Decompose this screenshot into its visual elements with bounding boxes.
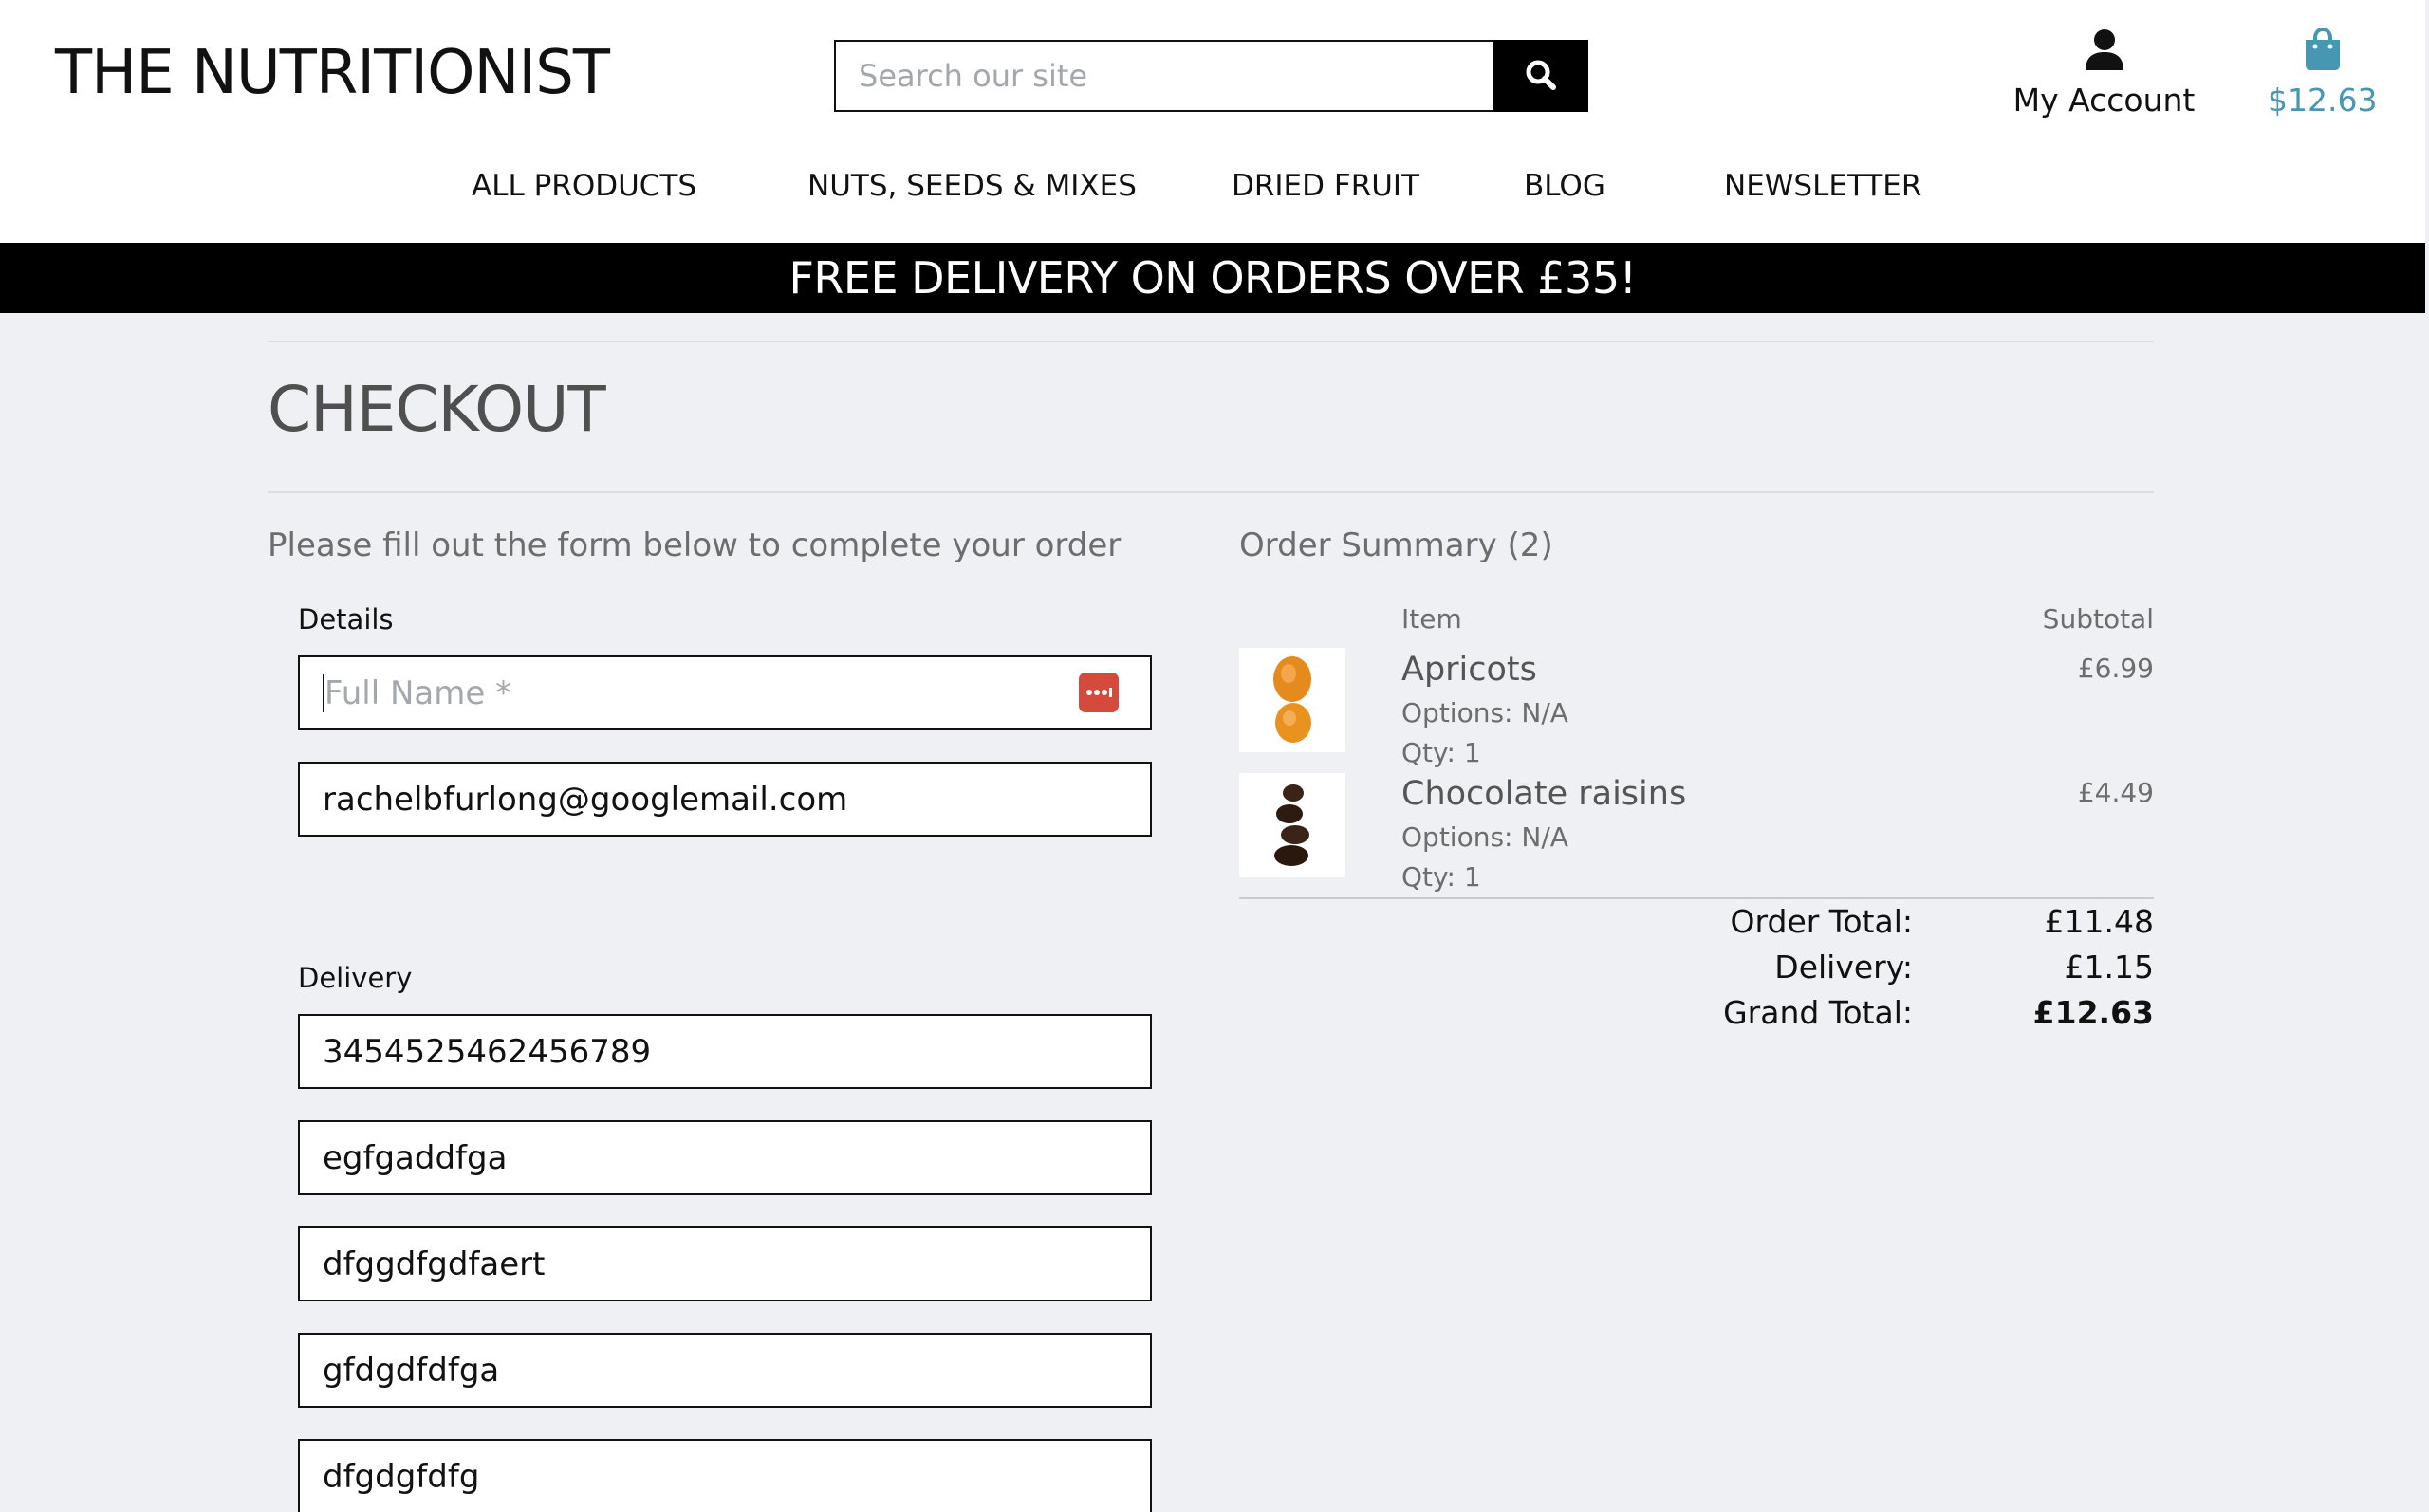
apricots-thumbnail[interactable] xyxy=(1239,648,1345,752)
item-price: £6.99 xyxy=(2077,653,2154,684)
nav-nuts-seeds-mixes[interactable]: NUTS, SEEDS & MIXES xyxy=(807,169,1137,203)
item-price: £4.49 xyxy=(2077,777,2154,808)
search-button[interactable] xyxy=(1493,40,1588,112)
item-options: Options: N/A xyxy=(1401,697,1568,728)
site-header: THE NUTRITIONIST My Account xyxy=(0,0,2425,243)
phone-number-field[interactable] xyxy=(298,1014,1152,1089)
full-name-field[interactable] xyxy=(298,655,1152,730)
summary-divider xyxy=(1239,897,2154,899)
shopping-bag-icon xyxy=(2303,27,2343,74)
my-account-link[interactable]: My Account xyxy=(2007,28,2201,123)
apricot-image xyxy=(1273,656,1311,743)
county-field[interactable] xyxy=(298,1439,1152,1512)
bag-total: $12.63 xyxy=(2268,82,2378,119)
town-city-field[interactable] xyxy=(298,1333,1152,1408)
form-intro-text: Please fill out the form below to comple… xyxy=(268,526,1122,564)
details-legend: Details xyxy=(298,603,394,636)
my-account-label: My Account xyxy=(2012,82,2196,119)
delivery-legend: Delivery xyxy=(298,962,413,994)
divider-title xyxy=(268,491,2154,493)
nav-dried-fruit[interactable]: DRIED FRUIT xyxy=(1232,169,1419,203)
item-qty: Qty: 1 xyxy=(1401,861,1481,893)
delivery-cost-label: Delivery: xyxy=(1774,949,1913,986)
chocolate-raisins-image xyxy=(1274,784,1309,866)
text-cursor xyxy=(323,674,324,712)
item-name: Chocolate raisins xyxy=(1401,775,1687,813)
search-input[interactable] xyxy=(834,40,1493,112)
page-title: CHECKOUT xyxy=(268,373,606,446)
password-manager-icon[interactable] xyxy=(1079,673,1119,712)
item-qty: Qty: 1 xyxy=(1401,737,1481,768)
grand-total-label: Grand Total: xyxy=(1723,994,1913,1031)
street-address-2-field[interactable] xyxy=(298,1226,1152,1301)
email-field[interactable] xyxy=(298,762,1152,837)
nav-all-products[interactable]: ALL PRODUCTS xyxy=(472,169,696,203)
main-nav: ALL PRODUCTS NUTS, SEEDS & MIXES DRIED F… xyxy=(0,169,2425,214)
order-total-label: Order Total: xyxy=(1730,903,1913,940)
item-name: Apricots xyxy=(1401,651,1537,689)
free-delivery-banner: FREE DELIVERY ON ORDERS OVER £35! xyxy=(0,243,2425,313)
item-options: Options: N/A xyxy=(1401,821,1568,853)
nav-newsletter[interactable]: NEWSLETTER xyxy=(1724,169,1921,203)
order-total-value: £11.48 xyxy=(2044,903,2154,940)
delivery-cost-value: £1.15 xyxy=(2064,949,2154,986)
chocolate-raisins-thumbnail[interactable] xyxy=(1239,773,1345,877)
search-form xyxy=(834,40,1588,112)
grand-total-value: £12.63 xyxy=(2032,994,2154,1031)
search-icon xyxy=(1525,59,1557,94)
shopping-bag-link[interactable]: $12.63 xyxy=(2268,27,2378,123)
nav-blog[interactable]: BLOG xyxy=(1524,169,1605,203)
subtotal-column-header: Subtotal xyxy=(2042,603,2154,635)
item-column-header: Item xyxy=(1401,603,1462,635)
divider-top xyxy=(268,341,2154,342)
order-summary-title: Order Summary (2) xyxy=(1239,526,1553,564)
brand-logo[interactable]: THE NUTRITIONIST xyxy=(55,38,610,108)
user-icon xyxy=(2085,29,2124,74)
street-address-1-field[interactable] xyxy=(298,1120,1152,1195)
